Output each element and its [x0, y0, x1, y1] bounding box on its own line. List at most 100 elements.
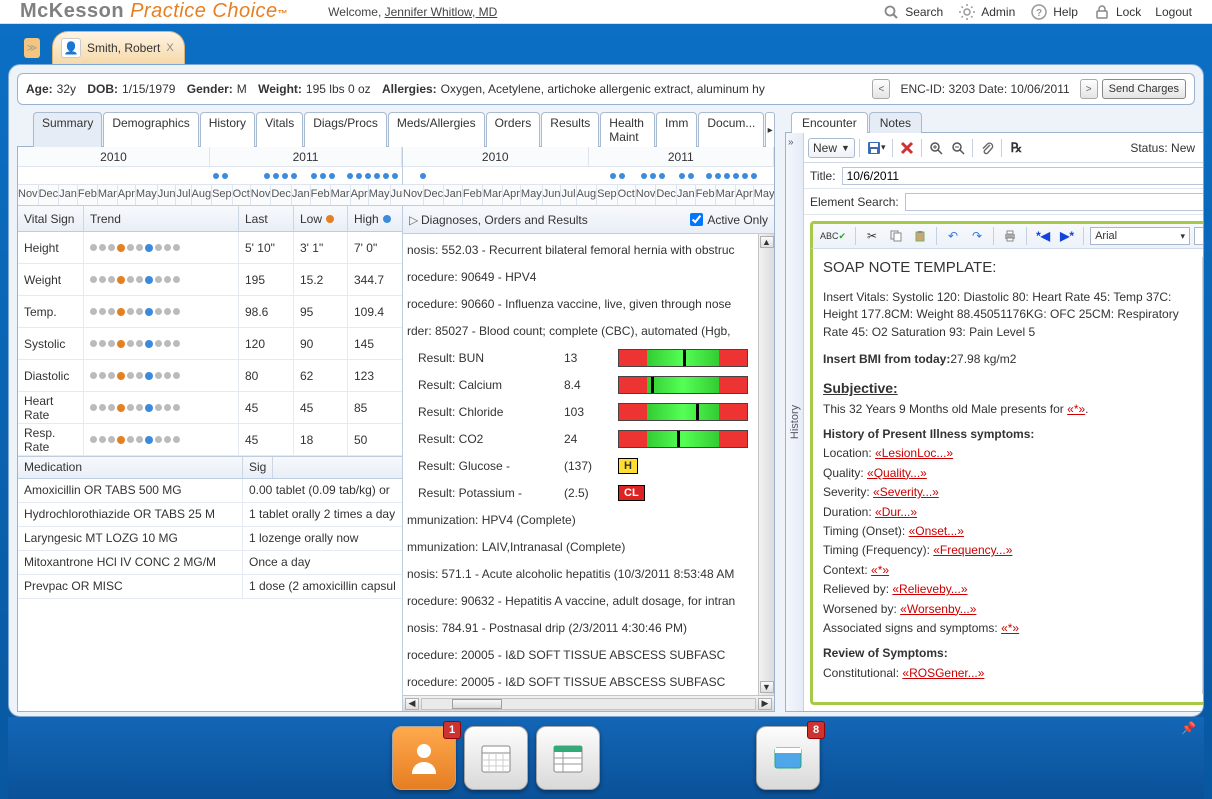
trend-sparkline	[84, 392, 239, 423]
main-tab-demographics[interactable]: Demographics	[103, 112, 198, 147]
encounter-prev-button[interactable]: <	[872, 79, 890, 99]
vertical-scrollbar[interactable]: ▲▼	[758, 234, 774, 695]
main-tab-health-maint[interactable]: Health Maint	[600, 112, 655, 147]
cut-icon[interactable]: ✂	[862, 226, 882, 246]
editor-content[interactable]: SOAP NOTE TEMPLATE: Insert Vitals: Systo…	[823, 257, 1202, 694]
delete-icon[interactable]	[897, 138, 917, 158]
attachment-icon[interactable]	[977, 138, 997, 158]
lock-button[interactable]: Lock	[1092, 2, 1141, 22]
template-field[interactable]: «*»	[871, 563, 889, 577]
main-tab-meds-allergies[interactable]: Meds/Allergies	[388, 112, 485, 147]
horizontal-scrollbar[interactable]: ◀ ▶	[403, 695, 774, 711]
paste-icon[interactable]	[910, 226, 930, 246]
template-field[interactable]: «LesionLoc...»	[875, 446, 953, 460]
result-row[interactable]: Result: CO2 24	[406, 425, 758, 452]
admin-button[interactable]: Admin	[957, 2, 1015, 22]
close-icon[interactable]: X	[166, 42, 173, 54]
search-button[interactable]: Search	[881, 2, 943, 22]
tab-notes[interactable]: Notes	[869, 112, 922, 133]
month-label: Mar	[716, 185, 736, 205]
main-tab-history[interactable]: History	[200, 112, 255, 147]
undo-icon[interactable]: ↶	[943, 226, 963, 246]
main-tab-results[interactable]: Results	[541, 112, 599, 147]
diag-item[interactable]: rocedure: 90660 - Influenza vaccine, liv…	[406, 290, 758, 317]
dock-window-icon[interactable]: 8	[756, 726, 820, 790]
diag-item[interactable]: rocedure: 20005 - I&D SOFT TISSUE ABSCES…	[406, 641, 758, 668]
medication-row: Mitoxantrone HCl IV CONC 2 MG/MOnce a da…	[18, 551, 402, 575]
result-row[interactable]: Result: Potassium - (2.5) CL	[406, 479, 758, 506]
new-note-dropdown[interactable]: New ▼	[808, 138, 855, 158]
diag-item[interactable]: rocedure: 90632 - Hepatitis A vaccine, a…	[406, 587, 758, 614]
dock-patient-icon[interactable]: 1	[392, 726, 456, 790]
encounter-next-button[interactable]: >	[1080, 79, 1098, 99]
expand-toggle-icon[interactable]: ▷	[409, 213, 421, 227]
help-button[interactable]: ? Help	[1029, 2, 1078, 22]
diag-item[interactable]: nosis: 784.91 - Postnasal drip (2/3/2011…	[406, 614, 758, 641]
redo-icon[interactable]: ↷	[967, 226, 987, 246]
template-field[interactable]: «Worsenby...»	[900, 602, 976, 616]
pin-icon[interactable]: 📌	[1181, 721, 1196, 735]
zoom-out-icon[interactable]	[948, 138, 968, 158]
prev-field-icon[interactable]: *◀	[1033, 226, 1053, 246]
diag-item[interactable]: rder: 85027 - Blood count; complete (CBC…	[406, 317, 758, 344]
editor-scrollbar[interactable]	[1202, 257, 1203, 694]
logout-button[interactable]: Logout	[1155, 5, 1192, 19]
result-row[interactable]: Result: Chloride 103	[406, 398, 758, 425]
zoom-in-icon[interactable]	[926, 138, 946, 158]
main-tab-docum-[interactable]: Docum...	[698, 112, 764, 147]
month-label: Apr	[503, 185, 521, 205]
result-row[interactable]: Result: Calcium 8.4	[406, 371, 758, 398]
tab-encounter[interactable]: Encounter	[791, 112, 868, 133]
history-rail[interactable]: » History	[786, 133, 804, 711]
send-charges-button[interactable]: Send Charges	[1102, 79, 1186, 99]
main-tab-summary[interactable]: Summary	[33, 112, 102, 147]
copy-icon[interactable]	[886, 226, 906, 246]
result-row[interactable]: Result: BUN 13	[406, 344, 758, 371]
patient-tab[interactable]: 👤 Smith, Robert X	[52, 31, 185, 64]
diag-item[interactable]: nosis: 552.03 - Recurrent bilateral femo…	[406, 236, 758, 263]
diag-item[interactable]: rocedure: 20005 - I&D SOFT TISSUE ABSCES…	[406, 668, 758, 695]
template-field[interactable]: «Dur...»	[875, 505, 917, 519]
font-size-select[interactable]: ▾	[1194, 227, 1203, 245]
element-search-input[interactable]	[905, 193, 1203, 211]
footer-dock: 1 8 📌	[8, 717, 1204, 799]
main-tab-diags-procs[interactable]: Diags/Procs	[304, 112, 387, 147]
next-field-icon[interactable]: ▶*	[1057, 226, 1077, 246]
main-tab-vitals[interactable]: Vitals	[256, 112, 303, 147]
diag-item[interactable]: nosis: 571.1 - Acute alcoholic hepatitis…	[406, 560, 758, 587]
template-field[interactable]: «Quality...»	[867, 466, 927, 480]
element-search-label: Element Search:	[810, 195, 899, 209]
template-field[interactable]: «*»	[1067, 402, 1085, 416]
diag-item[interactable]: mmunization: LAIV,Intranasal (Complete)	[406, 533, 758, 560]
print-icon[interactable]	[1000, 226, 1020, 246]
template-field[interactable]: «Relieveby...»	[892, 582, 967, 596]
expand-panel-handle[interactable]: ≫	[24, 38, 40, 58]
month-label: Dec	[39, 185, 60, 205]
font-family-select[interactable]: Arial▾	[1090, 227, 1190, 245]
template-field[interactable]: «ROSGener...»	[902, 666, 984, 680]
dock-schedule-icon[interactable]	[536, 726, 600, 790]
rx-icon[interactable]: ℞	[1006, 138, 1026, 158]
diag-item[interactable]: rocedure: 90649 - HPV4	[406, 263, 758, 290]
month-label: Nov	[636, 185, 657, 205]
month-label: Dec	[656, 185, 677, 205]
dock-calendar-icon[interactable]	[464, 726, 528, 790]
main-tab-orders[interactable]: Orders	[486, 112, 541, 147]
template-field[interactable]: «*»	[1001, 621, 1019, 635]
template-field[interactable]: «Frequency...»	[933, 543, 1012, 557]
template-field[interactable]: «Severity...»	[873, 485, 939, 499]
main-tab-imm[interactable]: Imm	[656, 112, 697, 147]
month-label: Dec	[424, 185, 445, 205]
result-row[interactable]: Result: Glucose - (137) H	[406, 452, 758, 479]
title-input[interactable]	[842, 167, 1203, 185]
encounter-dots-row	[18, 167, 402, 185]
tab-scroll-right-button[interactable]: ▸	[765, 112, 775, 147]
spellcheck-icon[interactable]: ABC✔	[817, 226, 849, 246]
template-field[interactable]: «Onset...»	[909, 524, 964, 538]
month-label: Jan	[292, 185, 311, 205]
trend-sparkline	[84, 232, 239, 263]
active-only-checkbox[interactable]: Active Only	[690, 213, 768, 227]
save-icon[interactable]: ▾	[864, 138, 889, 158]
diag-item[interactable]: mmunization: HPV4 (Complete)	[406, 506, 758, 533]
user-link[interactable]: Jennifer Whitlow, MD	[385, 5, 498, 19]
